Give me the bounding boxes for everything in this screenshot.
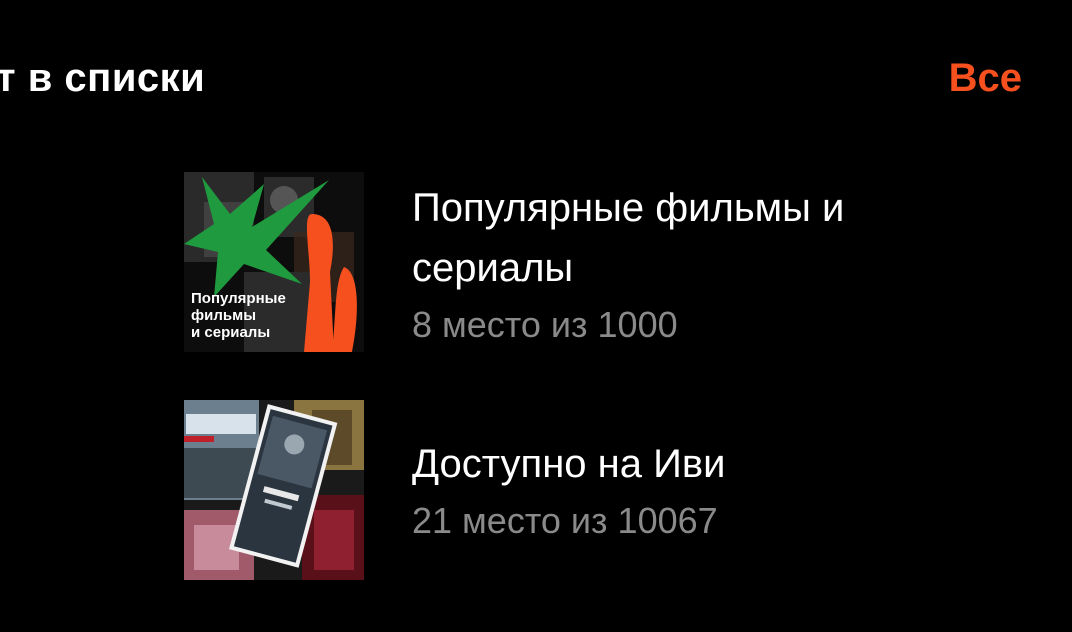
list-cover-popular: Популярные фильмы и сериалы (184, 172, 364, 352)
list-title: Доступно на Иви (412, 442, 726, 486)
cover-caption-line: фильмы (191, 307, 257, 324)
section-title: т в списки (0, 56, 206, 100)
list-item-text: Популярные фильмы и сериалы 8 место из 1… (412, 172, 892, 350)
cover-caption-line: Популярные (191, 290, 286, 307)
cover-caption: Популярные фильмы и сериалы (191, 290, 321, 341)
list-rank: 8 место из 1000 (412, 304, 678, 345)
cover-caption-line: и сериалы (191, 324, 271, 341)
list-title: Популярные фильмы и сериалы (412, 186, 845, 290)
list-item-popular[interactable]: Популярные фильмы и сериалы Популярные ф… (184, 172, 1024, 352)
see-all-link[interactable]: Все (949, 52, 1022, 104)
list-item-text: Доступно на Иви 21 место из 10067 (412, 400, 892, 546)
list-cover-ivi (184, 400, 364, 580)
list-item-ivi[interactable]: Доступно на Иви 21 место из 10067 (184, 400, 1024, 580)
posters-collage-icon (184, 400, 364, 580)
list-rank: 21 место из 10067 (412, 500, 718, 541)
